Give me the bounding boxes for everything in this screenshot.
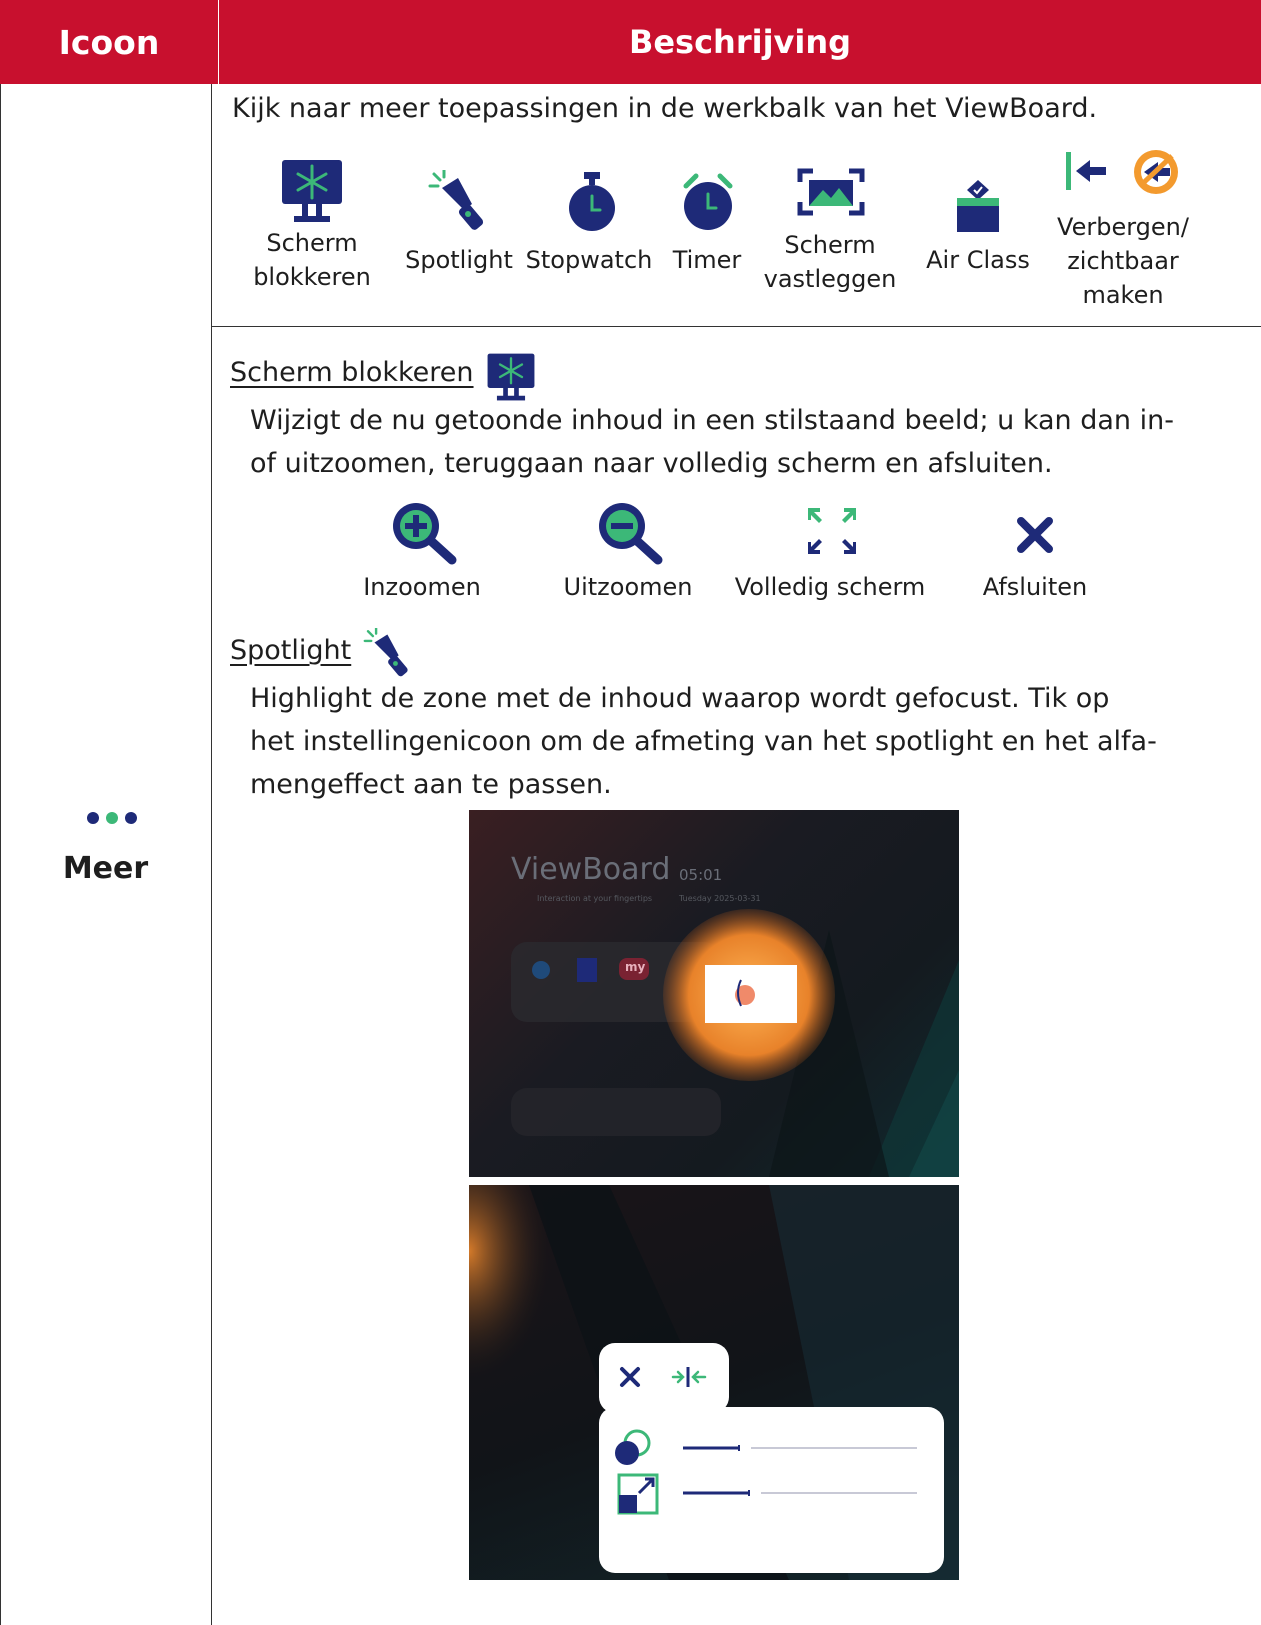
exit-label: Afsluiten	[982, 573, 1088, 601]
feature-table: Icoon Beschrijving Meer Kijk naar meer t…	[0, 0, 1261, 1625]
toolbar-label-stopwatch: Stopwatch	[525, 246, 653, 274]
column-divider	[211, 84, 212, 1625]
spotlight-screenshot-2	[469, 1185, 959, 1580]
screenshot-brand: ViewBoard	[511, 852, 671, 887]
table-header: Icoon Beschrijving	[0, 0, 1261, 84]
header-description-column: Beschrijving	[628, 23, 852, 61]
intro-text: Kijk naar meer toepassingen in de werkba…	[232, 93, 1098, 124]
spotlight-section-title: Spotlight	[230, 635, 352, 666]
zoom-in-label: Inzoomen	[363, 573, 481, 601]
spotlight-desc-line-1: Highlight de zone met de inhoud waarop w…	[250, 683, 1110, 714]
freeze-desc-line-2: of uitzoomen, teruggaan naar volledig sc…	[250, 448, 1053, 479]
spotlight-icon	[363, 628, 408, 677]
timer-icon[interactable]	[682, 172, 734, 232]
toolbar-label-freeze: Scherm blokkeren	[253, 229, 371, 291]
fullscreen-label: Volledig scherm	[734, 573, 926, 601]
fullscreen-icon[interactable]	[806, 506, 858, 556]
spotlight-screenshot-2-background	[469, 1185, 959, 1580]
hide-show-icon[interactable]	[1062, 146, 1182, 198]
freeze-screen-icon	[487, 353, 535, 401]
zoom-out-icon[interactable]	[596, 500, 664, 566]
screen-capture-icon[interactable]	[797, 168, 865, 216]
toolbar-label-hide-show: Verbergen/zichtbaar maken	[1057, 213, 1189, 309]
screenshot-time: 05:01	[679, 866, 723, 884]
row-divider	[211, 326, 1261, 327]
header-icon-column: Icoon	[0, 0, 219, 84]
toolbar-label-air-class: Air Class	[926, 246, 1030, 274]
toolbar-label-capture: Scherm vastleggen	[763, 231, 897, 293]
spotlight-desc-line-3: mengeffect aan te passen.	[250, 769, 612, 800]
screenshot-app-label: my	[625, 960, 646, 974]
freeze-screen-icon[interactable]	[280, 158, 344, 226]
row-icon-label: Meer	[62, 851, 149, 886]
freeze-section-title: Scherm blokkeren	[230, 357, 474, 388]
screenshot-tagline: Interaction at your fingertips	[537, 894, 653, 903]
more-dots-icon	[87, 812, 137, 824]
freeze-desc-line-1: Wijzigt de nu getoonde inhoud in een sti…	[250, 405, 1174, 436]
spotlight-screenshot-1: ViewBoard 05:01 Interaction at your fing…	[469, 810, 959, 1177]
spotlight-icon[interactable]	[428, 170, 492, 232]
toolbar-label-spotlight: Spotlight	[405, 246, 513, 274]
close-icon[interactable]	[1016, 516, 1054, 554]
air-class-icon[interactable]	[955, 178, 1001, 234]
screenshot-date: Tuesday 2025-03-31	[679, 894, 761, 903]
stopwatch-icon[interactable]	[568, 172, 616, 232]
zoom-out-label: Uitzoomen	[563, 573, 693, 601]
toolbar-label-timer: Timer	[672, 246, 742, 274]
spotlight-desc-line-2: het instellingenicoon om de afmeting van…	[250, 726, 1157, 757]
zoom-in-icon[interactable]	[390, 500, 458, 566]
